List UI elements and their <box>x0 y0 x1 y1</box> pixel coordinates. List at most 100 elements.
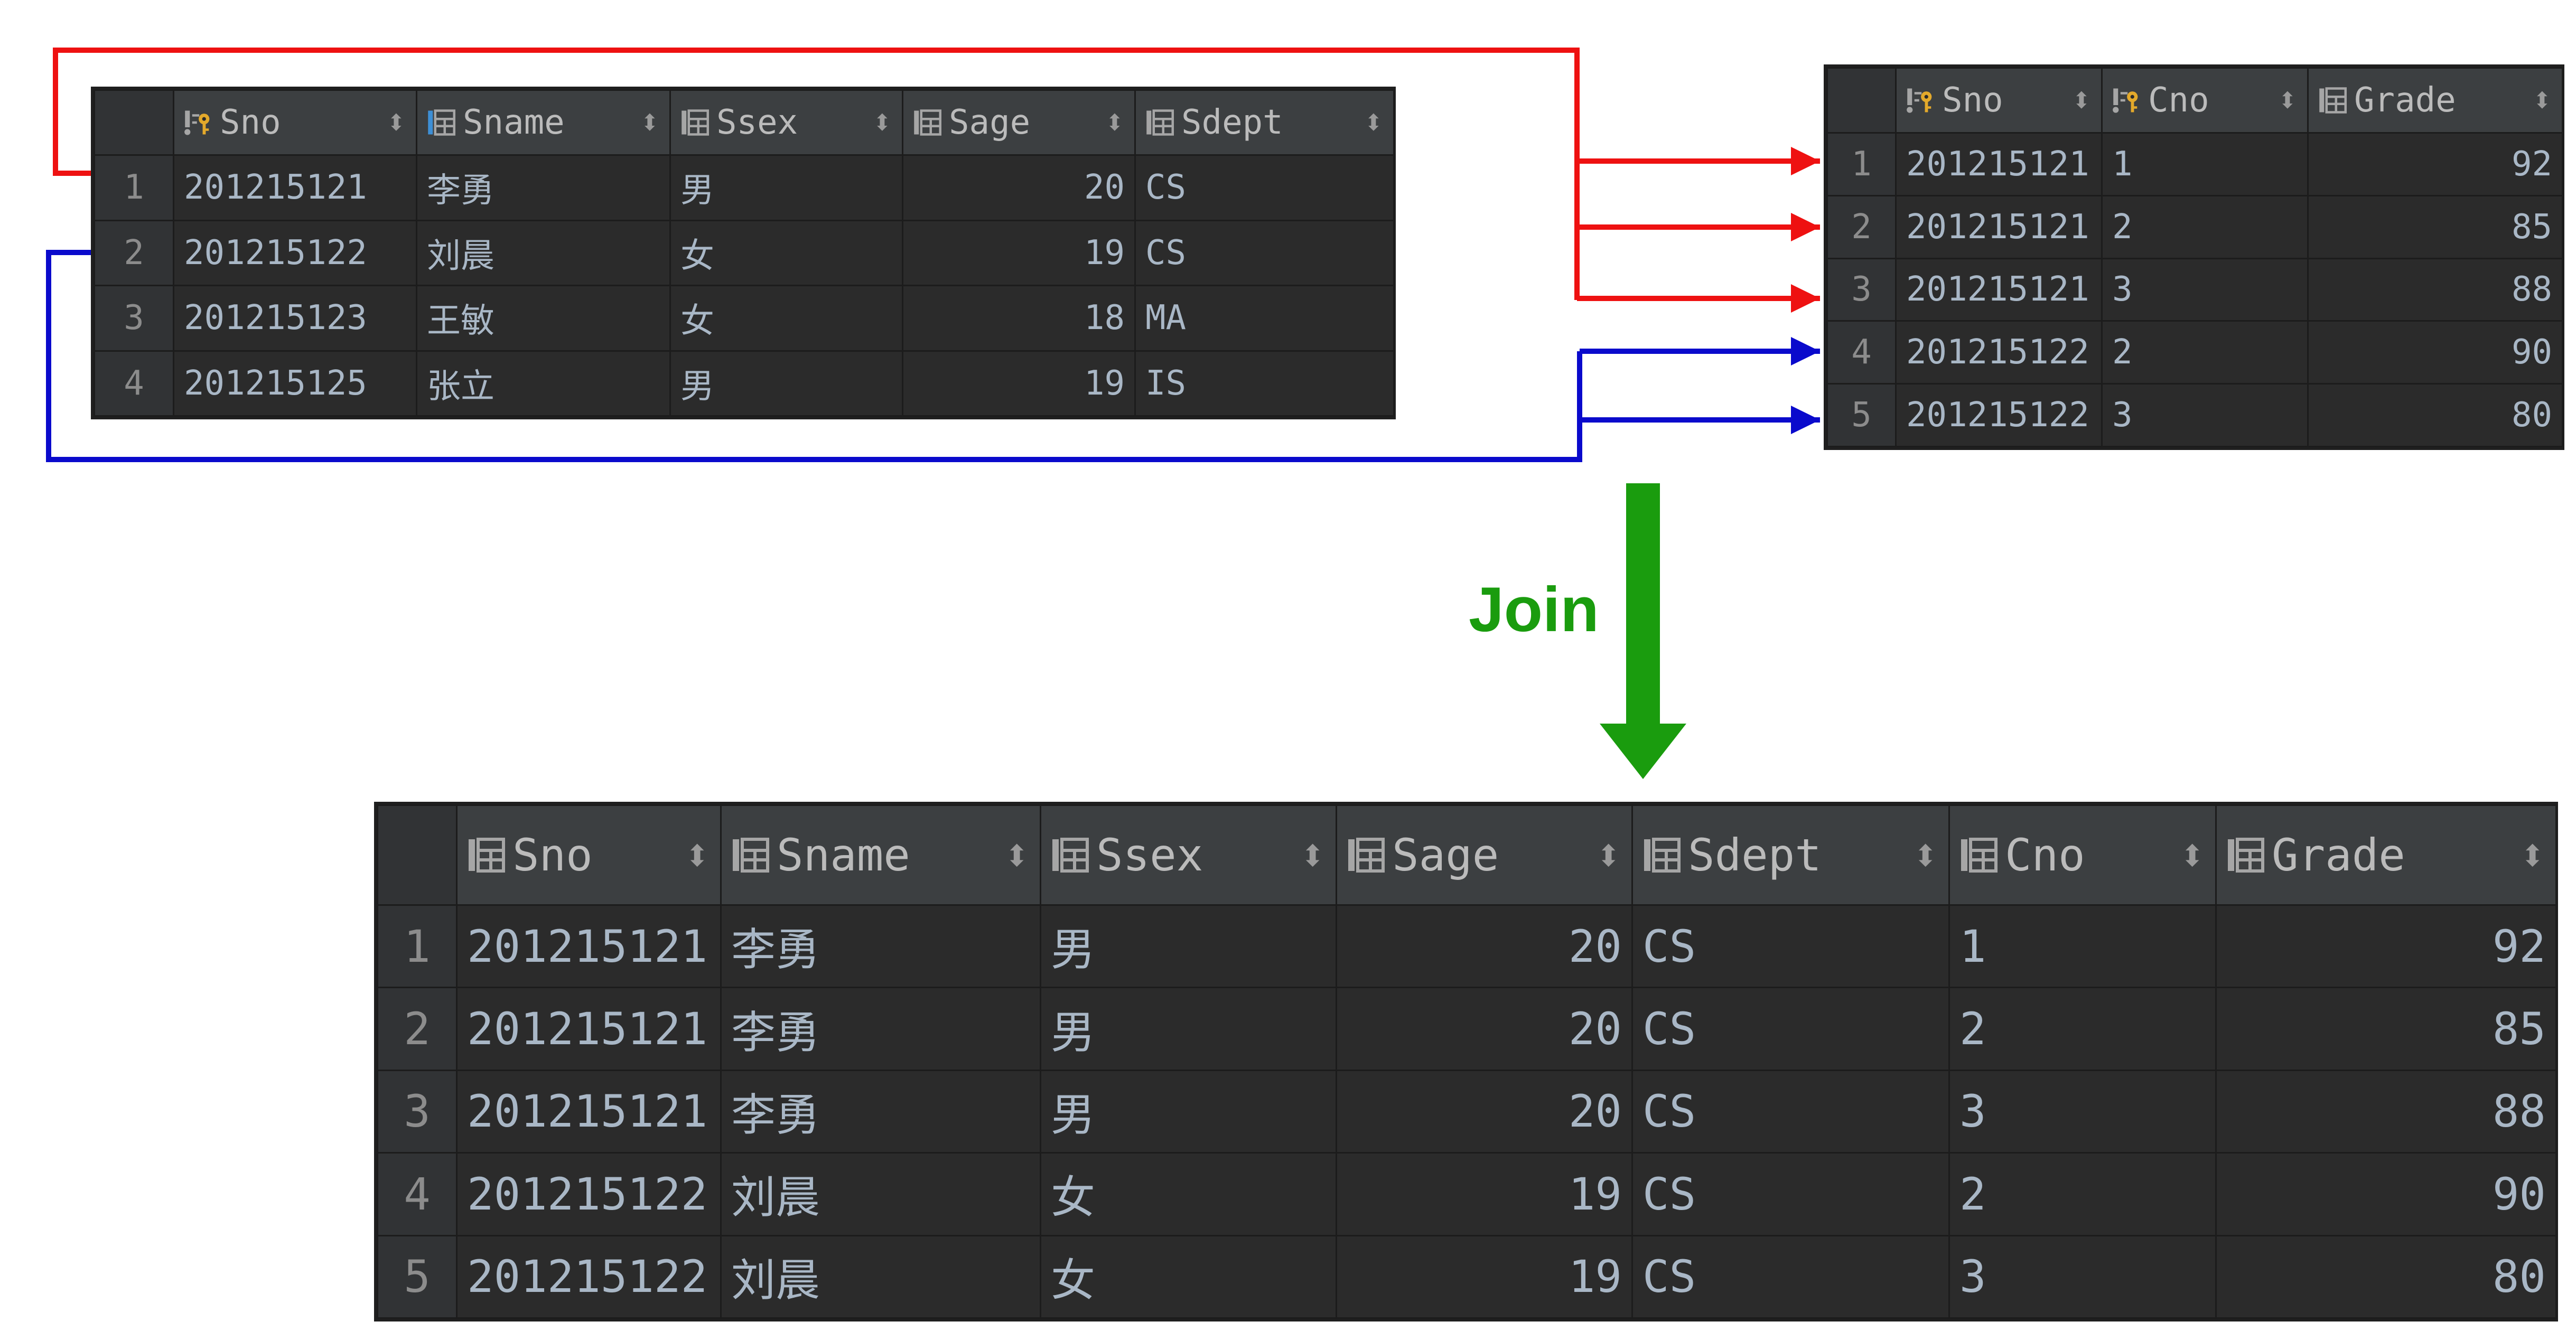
cell-sno[interactable]: 201215121 <box>173 154 417 221</box>
table-row[interactable]: 2 201215121 2 85 <box>1826 194 2563 259</box>
cell-grade[interactable]: 80 <box>2215 1234 2557 1319</box>
table-row[interactable]: 4 201215125 张立男 19 IS <box>94 350 1395 417</box>
cell-sage[interactable]: 20 <box>1336 1069 1633 1154</box>
cell-grade[interactable]: 90 <box>2307 320 2563 385</box>
cell-sage[interactable]: 20 <box>1336 987 1633 1071</box>
column-header-sno[interactable]: Sno ⬍ <box>173 89 417 156</box>
column-header-sname[interactable]: Sname ⬍ <box>720 804 1041 906</box>
cell-ssex[interactable]: 男 <box>1040 987 1337 1071</box>
cell-sno[interactable]: 201215121 <box>456 1069 722 1154</box>
column-header-sage[interactable]: Sage ⬍ <box>1336 804 1633 906</box>
cell-sno[interactable]: 201215122 <box>1895 320 2103 385</box>
column-header-sage[interactable]: Sage ⬍ <box>902 89 1136 156</box>
cell-ssex[interactable]: 男 <box>669 350 903 417</box>
column-header-sdept[interactable]: Sdept ⬍ <box>1134 89 1395 156</box>
table-row[interactable]: 2 201215122 刘晨女 19 CS <box>94 219 1395 286</box>
sort-toggle-icon[interactable]: ⬍ <box>2519 829 2546 881</box>
table-row[interactable]: 2 201215121 李勇男 20 CS 2 85 <box>377 987 2557 1071</box>
cell-sname[interactable]: 刘晨 <box>416 219 671 286</box>
cell-sdept[interactable]: CS <box>1134 154 1395 221</box>
cell-sage[interactable]: 20 <box>902 154 1136 221</box>
cell-sdept[interactable]: CS <box>1631 987 1950 1071</box>
column-header-cno[interactable]: Cno ⬍ <box>2101 67 2309 134</box>
cell-sdept[interactable]: CS <box>1631 904 1950 989</box>
cell-sage[interactable]: 19 <box>1336 1152 1633 1236</box>
cell-sno[interactable]: 201215121 <box>1895 132 2103 196</box>
cell-sname[interactable]: 王敏 <box>416 285 671 352</box>
sort-toggle-icon[interactable]: ⬍ <box>1912 829 1939 881</box>
cell-grade[interactable]: 85 <box>2215 987 2557 1071</box>
column-header-cno[interactable]: Cno ⬍ <box>1948 804 2217 906</box>
cell-sdept[interactable]: CS <box>1631 1152 1950 1236</box>
table-row[interactable]: 1 201215121 李勇男 20 CS 1 92 <box>377 904 2557 989</box>
sort-toggle-icon[interactable]: ⬍ <box>2277 81 2298 120</box>
sort-toggle-icon[interactable]: ⬍ <box>684 829 711 881</box>
cell-sage[interactable]: 19 <box>902 350 1136 417</box>
sort-toggle-icon[interactable]: ⬍ <box>1363 103 1384 142</box>
cell-ssex[interactable]: 男 <box>1040 904 1337 989</box>
cell-cno[interactable]: 3 <box>2101 257 2309 322</box>
table-row[interactable]: 5 201215122 3 80 <box>1826 383 2563 447</box>
column-header-sname[interactable]: Sname ⬍ <box>416 89 671 156</box>
sort-toggle-icon[interactable]: ⬍ <box>2071 81 2092 120</box>
cell-cno[interactable]: 3 <box>1948 1069 2217 1154</box>
cell-sno[interactable]: 201215121 <box>456 904 722 989</box>
cell-sname[interactable]: 刘晨 <box>720 1152 1041 1236</box>
cell-sdept[interactable]: CS <box>1631 1234 1950 1319</box>
cell-sno[interactable]: 201215121 <box>1895 257 2103 322</box>
cell-grade[interactable]: 90 <box>2215 1152 2557 1236</box>
cell-sname[interactable]: 李勇 <box>720 904 1041 989</box>
cell-sname[interactable]: 李勇 <box>720 1069 1041 1154</box>
cell-grade[interactable]: 88 <box>2307 257 2563 322</box>
cell-cno[interactable]: 1 <box>1948 904 2217 989</box>
table-row[interactable]: 4 201215122 2 90 <box>1826 320 2563 385</box>
cell-sdept[interactable]: MA <box>1134 285 1395 352</box>
column-header-sno[interactable]: Sno ⬍ <box>456 804 722 906</box>
cell-sno[interactable]: 201215122 <box>456 1234 722 1319</box>
cell-sdept[interactable]: IS <box>1134 350 1395 417</box>
cell-sage[interactable]: 19 <box>902 219 1136 286</box>
cell-sdept[interactable]: CS <box>1134 219 1395 286</box>
cell-ssex[interactable]: 女 <box>669 219 903 286</box>
sort-toggle-icon[interactable]: ⬍ <box>872 103 892 142</box>
cell-cno[interactable]: 2 <box>2101 194 2309 259</box>
cell-grade[interactable]: 80 <box>2307 383 2563 447</box>
cell-sage[interactable]: 19 <box>1336 1234 1633 1319</box>
cell-sno[interactable]: 201215122 <box>173 219 417 286</box>
cell-cno[interactable]: 3 <box>2101 383 2309 447</box>
cell-sno[interactable]: 201215121 <box>1895 194 2103 259</box>
cell-ssex[interactable]: 男 <box>669 154 903 221</box>
sort-toggle-icon[interactable]: ⬍ <box>639 103 660 142</box>
cell-ssex[interactable]: 女 <box>1040 1152 1337 1236</box>
table-row[interactable]: 3 201215121 李勇男 20 CS 3 88 <box>377 1069 2557 1154</box>
cell-cno[interactable]: 2 <box>2101 320 2309 385</box>
cell-cno[interactable]: 1 <box>2101 132 2309 196</box>
cell-cno[interactable]: 2 <box>1948 1152 2217 1236</box>
table-row[interactable]: 1 201215121 李勇男 20 CS <box>94 154 1395 221</box>
table-row[interactable]: 4 201215122 刘晨女 19 CS 2 90 <box>377 1152 2557 1236</box>
cell-sno[interactable]: 201215122 <box>456 1152 722 1236</box>
cell-grade[interactable]: 92 <box>2215 904 2557 989</box>
cell-sno[interactable]: 201215123 <box>173 285 417 352</box>
table-row[interactable]: 1 201215121 1 92 <box>1826 132 2563 196</box>
cell-sname[interactable]: 李勇 <box>720 987 1041 1071</box>
cell-sname[interactable]: 李勇 <box>416 154 671 221</box>
sort-toggle-icon[interactable]: ⬍ <box>386 103 406 142</box>
sort-toggle-icon[interactable]: ⬍ <box>1104 103 1125 142</box>
cell-sno[interactable]: 201215121 <box>456 987 722 1071</box>
cell-grade[interactable]: 92 <box>2307 132 2563 196</box>
sort-toggle-icon[interactable]: ⬍ <box>2179 829 2206 881</box>
cell-sno[interactable]: 201215125 <box>173 350 417 417</box>
table-row[interactable]: 3 201215123 王敏女 18 MA <box>94 285 1395 352</box>
cell-sname[interactable]: 张立 <box>416 350 671 417</box>
cell-sdept[interactable]: CS <box>1631 1069 1950 1154</box>
sort-toggle-icon[interactable]: ⬍ <box>1595 829 1622 881</box>
table-row[interactable]: 3 201215121 3 88 <box>1826 257 2563 322</box>
cell-ssex[interactable]: 女 <box>1040 1234 1337 1319</box>
column-header-sdept[interactable]: Sdept ⬍ <box>1631 804 1950 906</box>
cell-grade[interactable]: 85 <box>2307 194 2563 259</box>
cell-grade[interactable]: 88 <box>2215 1069 2557 1154</box>
sort-toggle-icon[interactable]: ⬍ <box>2532 81 2552 120</box>
column-header-ssex[interactable]: Ssex ⬍ <box>669 89 903 156</box>
column-header-grade[interactable]: Grade ⬍ <box>2307 67 2563 134</box>
